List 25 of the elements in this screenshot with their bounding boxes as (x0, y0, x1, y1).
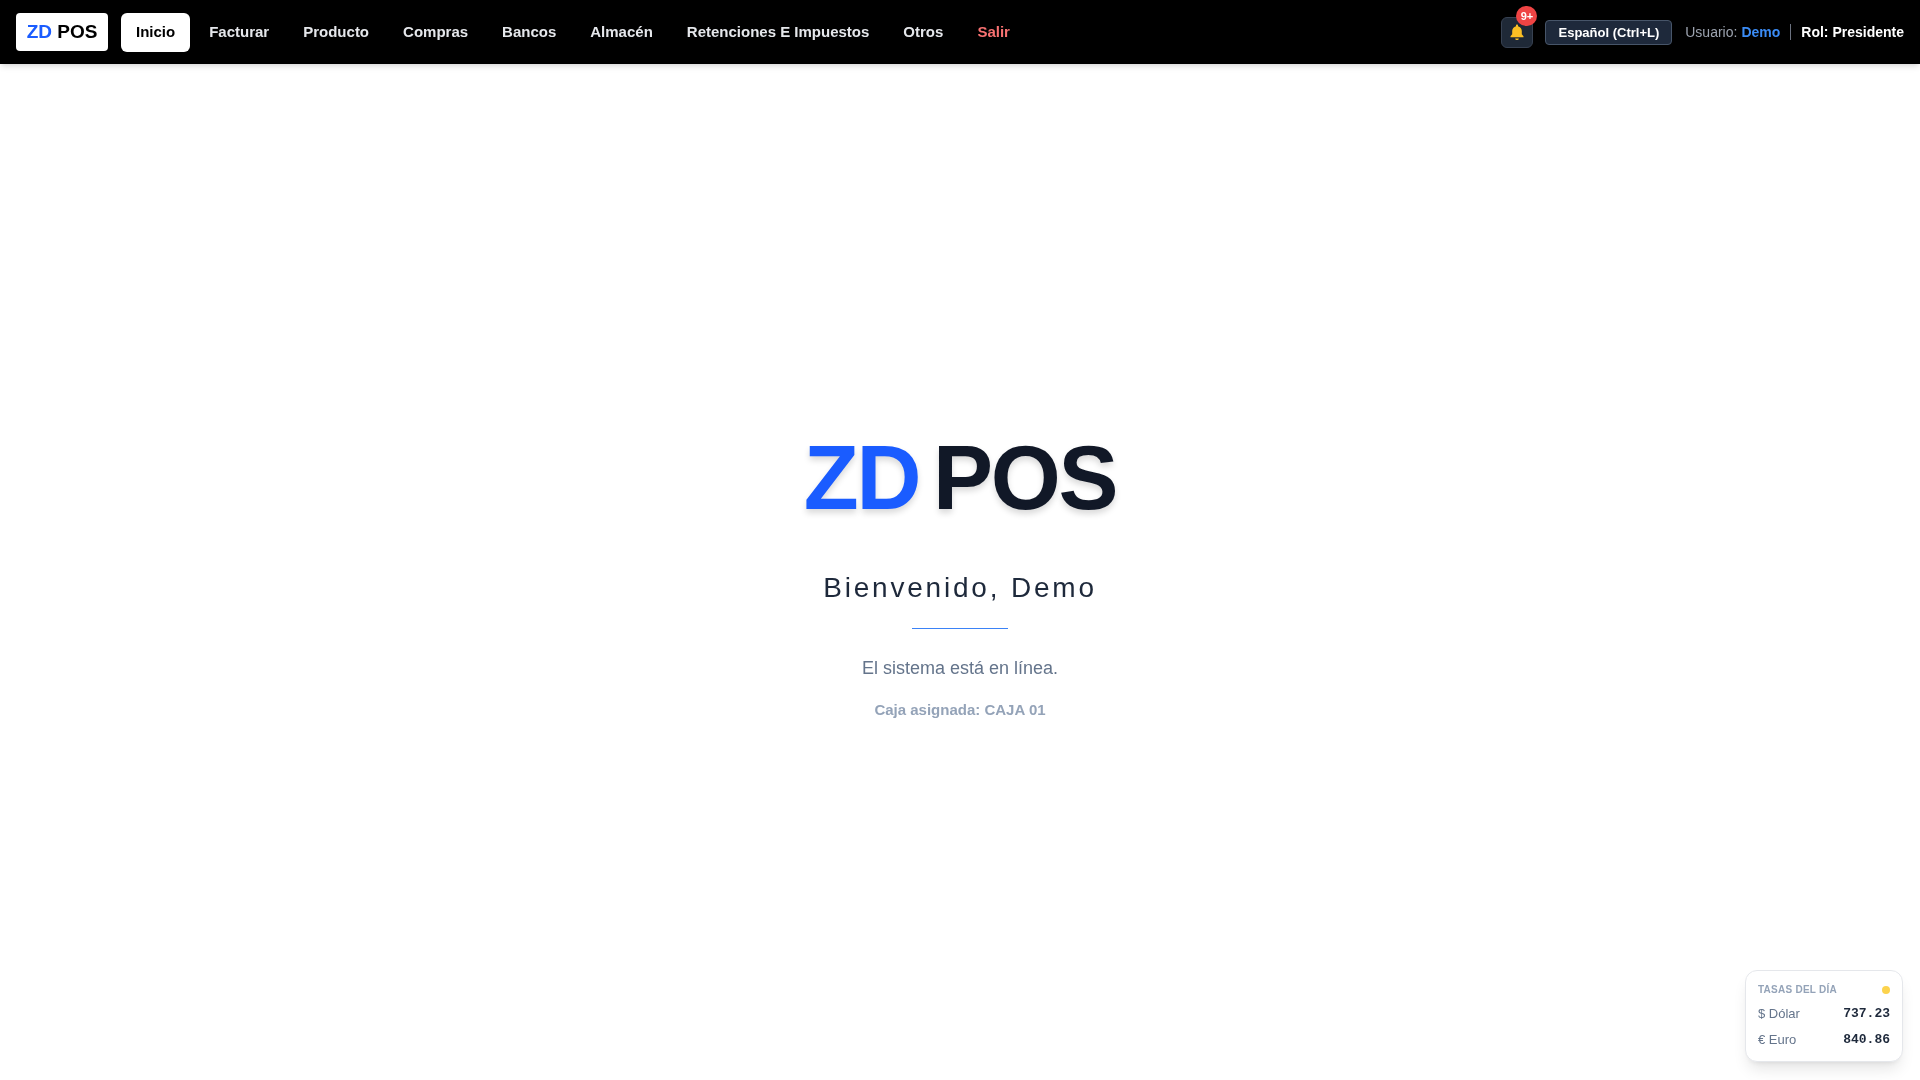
system-status-text: El sistema está en línea. (861, 657, 1059, 680)
rate-value: 737.23 (1843, 1005, 1890, 1024)
rate-label: € Euro (1758, 1031, 1797, 1050)
nav-tab[interactable]: Otros (888, 12, 959, 52)
role-label: Rol: Presidente (1801, 22, 1904, 42)
rates-title: TASAS DEL DÍA (1758, 983, 1837, 997)
cash-register-text: Caja asignada: CAJA 01 (874, 700, 1046, 720)
rate-label: $ Dólar (1758, 1005, 1800, 1024)
nav-tab[interactable]: Producto (288, 12, 385, 52)
language-button[interactable]: Español (Ctrl+L) (1545, 19, 1673, 45)
app-logo: ZD POS (803, 433, 1117, 523)
user-label: Usuario: (1685, 22, 1738, 42)
nav-tab[interactable]: Inicio (121, 12, 191, 52)
notification-badge: 9+ (1516, 5, 1538, 26)
nav-tab[interactable]: Bancos (487, 12, 572, 52)
welcome-greeting: Bienvenido, Demo (823, 571, 1097, 605)
home-logo-link[interactable]: ZD POS (16, 13, 108, 51)
rate-value: 840.86 (1843, 1031, 1890, 1050)
nav-tab[interactable]: Compras (388, 12, 484, 52)
bell-icon (1510, 24, 1525, 40)
user-name: Demo (1741, 22, 1781, 42)
nav-tab[interactable]: Retenciones E Impuestos (671, 12, 885, 52)
nav-tab[interactable]: Facturar (194, 12, 285, 52)
nav-tab[interactable]: Almacén (575, 12, 668, 52)
logout-link[interactable]: Salir (962, 12, 1025, 52)
